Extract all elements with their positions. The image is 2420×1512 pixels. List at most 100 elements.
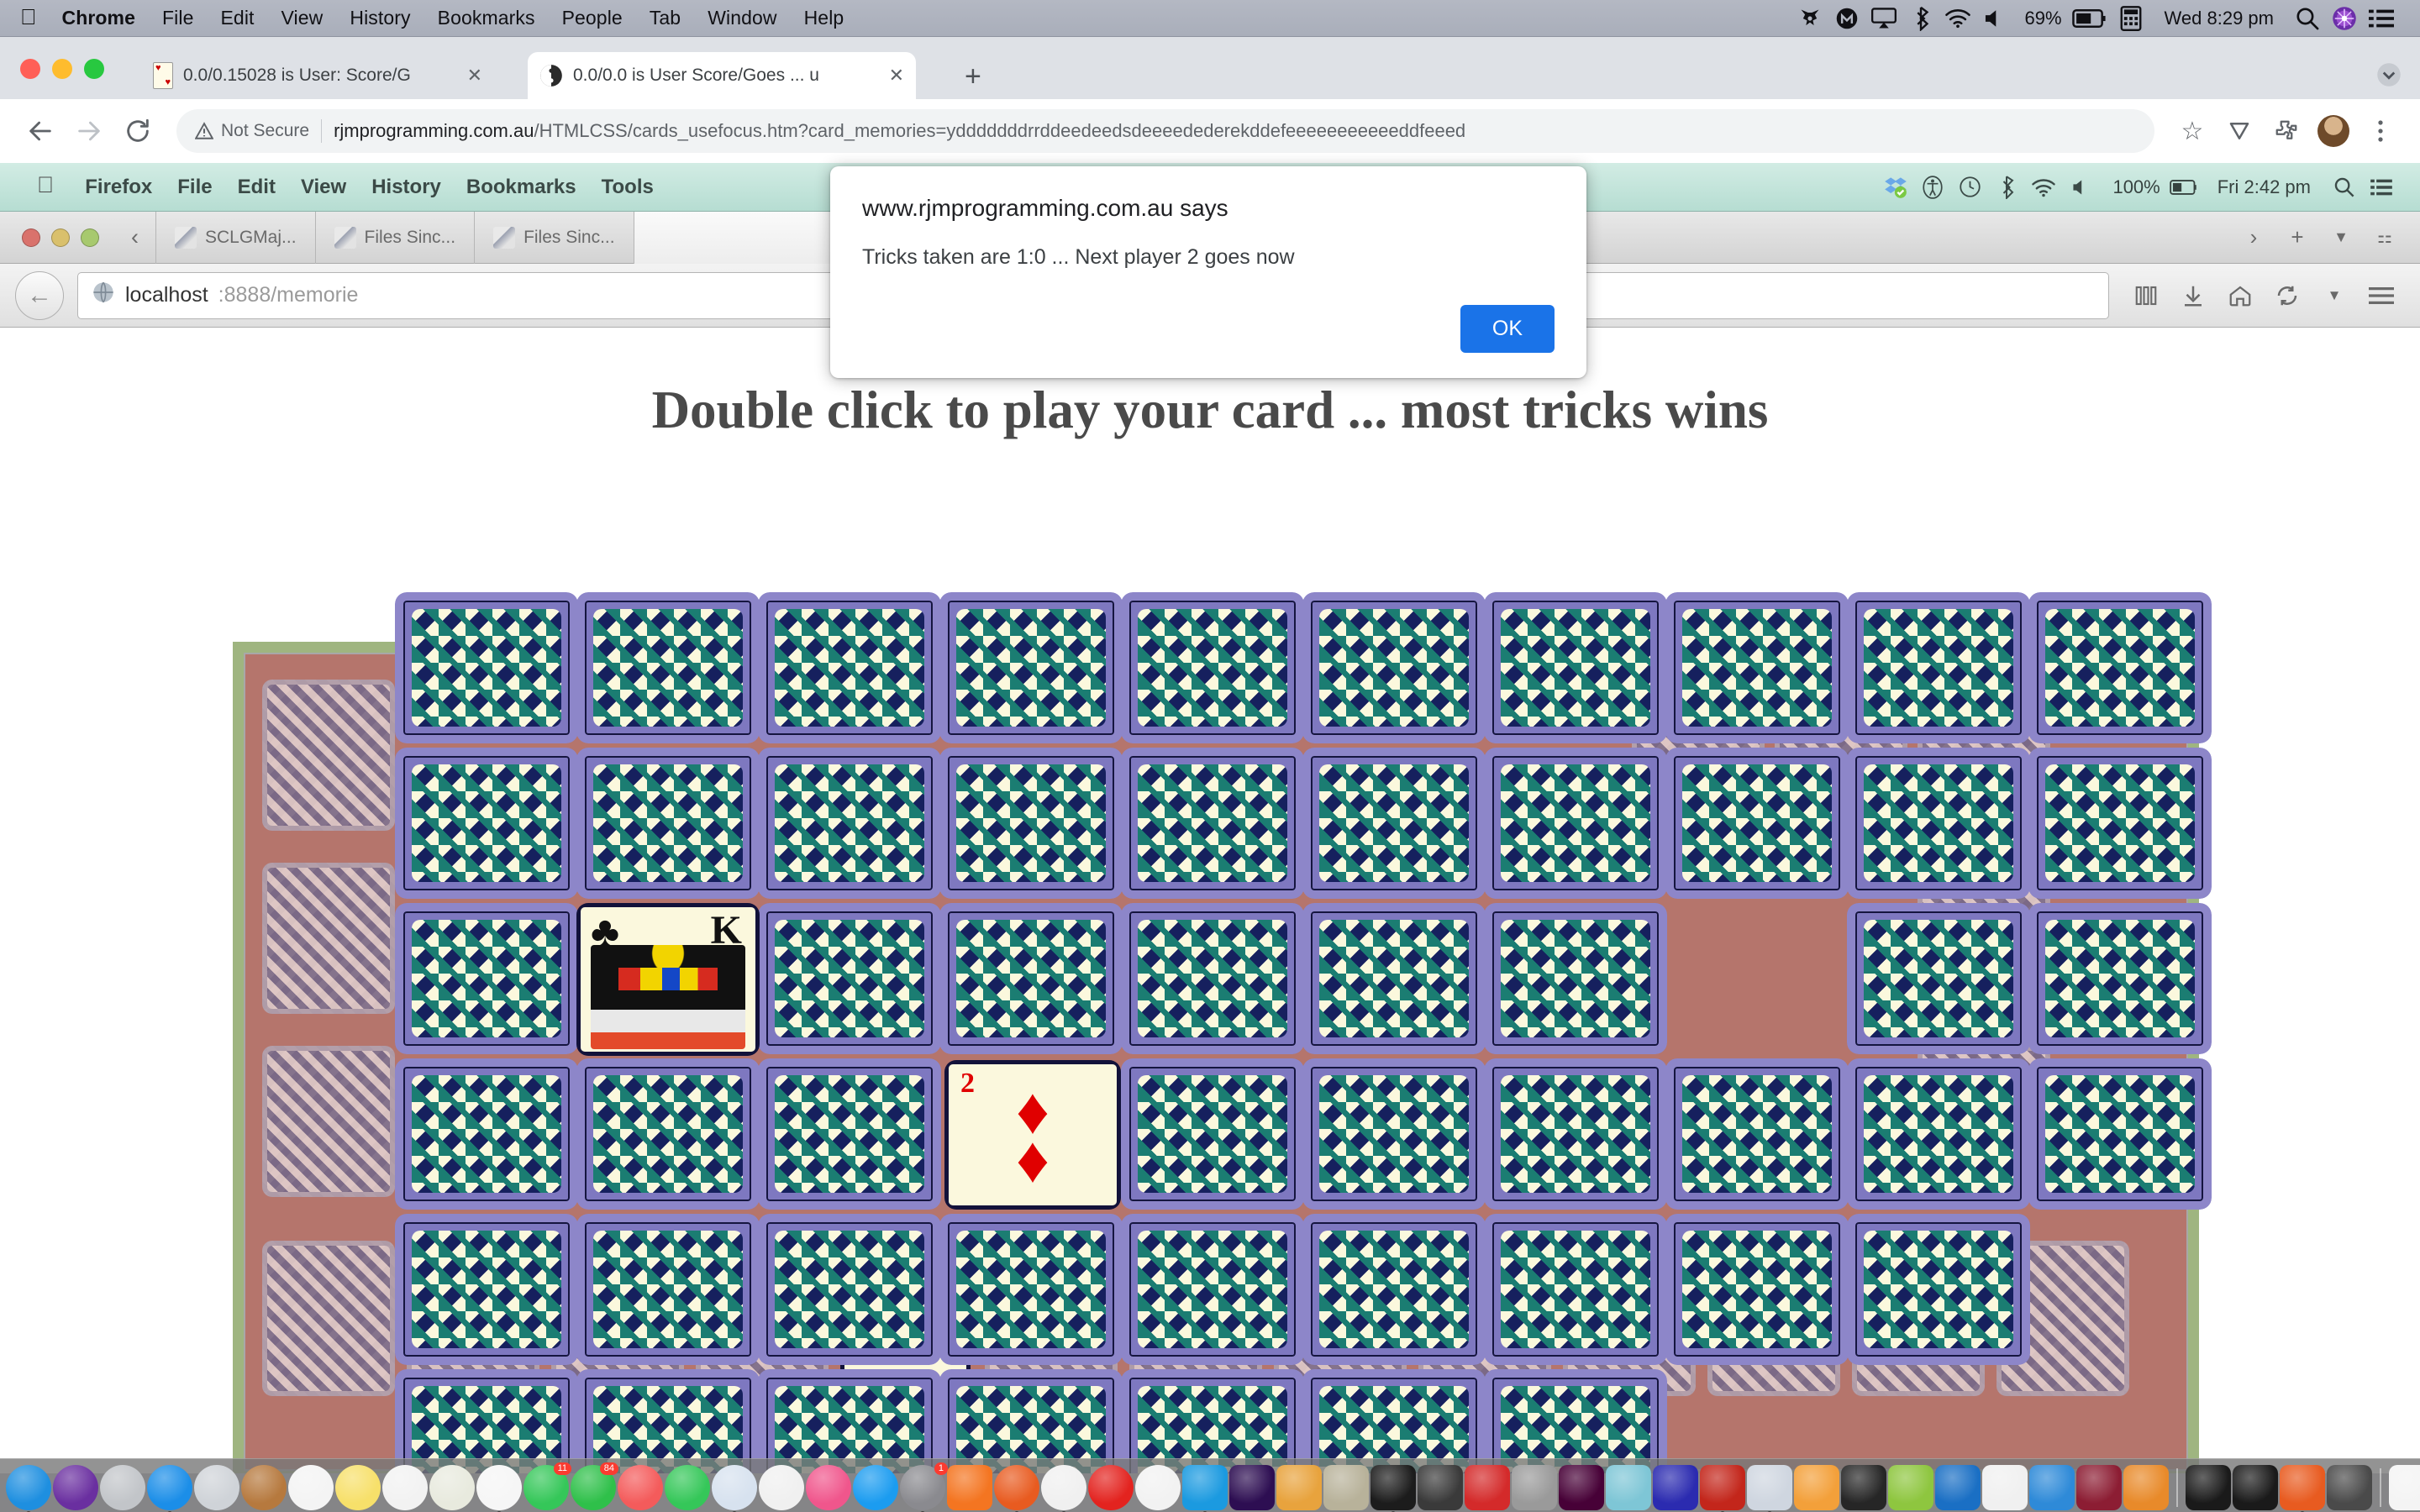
menubar-clock[interactable]: Wed 8:29 pm <box>2149 8 2289 29</box>
dock-item-numbers[interactable] <box>665 1465 710 1510</box>
reload-button[interactable] <box>116 109 160 153</box>
bookmark-star-icon[interactable]: ☆ <box>2171 110 2213 152</box>
card-back[interactable] <box>1665 1214 1849 1365</box>
dock-item-adobe-xd[interactable] <box>1559 1465 1604 1510</box>
card-back[interactable] <box>939 592 1123 743</box>
dock-item-app-store[interactable] <box>853 1465 898 1510</box>
accessibility-icon[interactable] <box>1914 173 1951 202</box>
card-back[interactable] <box>2028 1058 2212 1210</box>
dock-item-messages[interactable]: 11 <box>523 1462 571 1510</box>
firefox-menu-tools[interactable]: Tools <box>589 176 666 199</box>
dock-item-itunes[interactable] <box>806 1465 851 1510</box>
dock-item-photoshop[interactable] <box>1229 1465 1275 1510</box>
dock-item-server[interactable] <box>2327 1465 2372 1510</box>
card-back[interactable] <box>1847 1058 2030 1210</box>
card-back[interactable] <box>1121 748 1304 899</box>
search-icon[interactable] <box>2326 173 2363 202</box>
dock-item-gimp[interactable] <box>1323 1465 1369 1510</box>
menubar-item-view[interactable]: View <box>268 7 337 29</box>
firefox-tab-0[interactable]: SCLGMaj... <box>155 211 315 264</box>
dock-item-exec-2[interactable] <box>2233 1465 2278 1510</box>
dock-item-fontforge[interactable] <box>1841 1465 1886 1510</box>
volume-icon[interactable] <box>2062 173 2099 202</box>
dock-item-contacts[interactable] <box>241 1465 287 1510</box>
dock-item-xquartz[interactable] <box>2123 1465 2169 1510</box>
battery-icon[interactable] <box>2165 173 2202 202</box>
sync-icon[interactable] <box>2264 276 2311 316</box>
card-back[interactable] <box>395 903 578 1054</box>
card-back[interactable] <box>576 748 760 899</box>
apple-logo-icon[interactable]:  <box>25 173 72 201</box>
dock-item-sketch[interactable] <box>1888 1465 1933 1510</box>
wifi-icon[interactable] <box>2025 173 2062 202</box>
card-back[interactable] <box>395 1214 578 1365</box>
dock-item-exec-1[interactable] <box>2186 1465 2231 1510</box>
card-back[interactable] <box>395 748 578 899</box>
firefox-tab-1[interactable]: Files Sinc... <box>314 211 475 264</box>
card-back[interactable] <box>1302 903 1486 1054</box>
firefox-zoom-button[interactable] <box>81 228 99 247</box>
card-back[interactable] <box>1484 1058 1667 1210</box>
siri-icon[interactable] <box>2326 5 2363 32</box>
list-all-tabs-icon[interactable]: › <box>2233 221 2274 255</box>
dock-item-photos[interactable] <box>476 1465 522 1512</box>
wifi-icon[interactable] <box>1939 5 1976 32</box>
firefox-menu-view[interactable]: View <box>288 176 359 199</box>
card-back[interactable] <box>1484 1214 1667 1365</box>
dock-item-thunderbird[interactable] <box>1182 1465 1228 1512</box>
avatar[interactable] <box>2312 110 2354 152</box>
card-back[interactable] <box>395 1058 578 1210</box>
chrome-tab-1[interactable]: 0.0/0.0 is User Score/Goes ... u ✕ <box>528 52 916 99</box>
dock-item-wine[interactable] <box>2076 1465 2122 1510</box>
dock-item-ghostery[interactable] <box>1135 1465 1181 1510</box>
chrome-minimize-button[interactable] <box>52 59 72 79</box>
menubar-item-tab[interactable]: Tab <box>636 7 694 29</box>
address-bar[interactable]: Not Secure rjmprogramming.com.au/HTMLCSS… <box>176 109 2154 153</box>
card-back[interactable] <box>758 748 941 899</box>
king-of-clubs[interactable]: ♣ K <box>576 903 760 1056</box>
firefox-app-menu[interactable]: Firefox <box>72 176 165 199</box>
bluetooth-icon[interactable] <box>1902 5 1939 32</box>
new-tab-icon[interactable]: + <box>2277 221 2317 255</box>
firefox-minimize-button[interactable] <box>51 228 70 247</box>
dock-item-inkscape[interactable] <box>1418 1465 1463 1510</box>
card-back[interactable] <box>1484 592 1667 743</box>
dock-item-avast[interactable] <box>947 1465 992 1510</box>
card-back[interactable] <box>2028 903 2212 1054</box>
dock-item-chrome[interactable] <box>1041 1465 1086 1512</box>
dock-item-reminders[interactable] <box>382 1465 428 1510</box>
card-back[interactable] <box>1665 1058 1849 1210</box>
card-back[interactable] <box>758 1214 941 1365</box>
card-back[interactable] <box>1847 592 2030 743</box>
chrome-zoom-button[interactable] <box>84 59 104 79</box>
firefox-menu-edit[interactable]: Edit <box>225 176 288 199</box>
kebab-menu-icon[interactable] <box>2360 110 2402 152</box>
apple-logo-icon[interactable]:  <box>20 6 49 31</box>
card-back[interactable] <box>1847 903 2030 1054</box>
bluetooth-icon[interactable] <box>1988 173 2025 202</box>
dock-item-audacity[interactable] <box>1794 1465 1839 1510</box>
menubar-item-help[interactable]: Help <box>791 7 858 29</box>
dock-item-cards-app[interactable] <box>1465 1465 1510 1510</box>
dock-item-maps[interactable] <box>429 1465 475 1510</box>
placeholder-card[interactable] <box>262 1046 395 1197</box>
firefox-back-button[interactable]: ← <box>15 270 64 320</box>
dock-item-lightroom[interactable] <box>1606 1465 1651 1510</box>
dock-item-facetime[interactable]: 84 <box>571 1462 618 1510</box>
dock-item-firefox-nightly[interactable] <box>2280 1465 2325 1512</box>
downloads-icon[interactable] <box>2170 276 2217 316</box>
dock-item-filezilla[interactable] <box>1700 1465 1745 1512</box>
firefox-tab-2[interactable]: Files Sinc... <box>474 211 634 264</box>
dock-item-opera[interactable] <box>1088 1465 1134 1510</box>
card-back[interactable] <box>1302 1214 1486 1365</box>
card-back[interactable] <box>395 592 578 743</box>
firefox-close-button[interactable] <box>22 228 40 247</box>
new-tab-button[interactable]: + <box>965 62 981 91</box>
dock-item-image-capture[interactable] <box>1747 1465 1792 1512</box>
forward-button[interactable] <box>67 109 111 153</box>
dock-item-preview[interactable] <box>712 1465 757 1512</box>
card-back[interactable] <box>2028 748 2212 899</box>
dock-item-pages[interactable] <box>1982 1465 2028 1510</box>
security-status[interactable]: Not Secure <box>195 121 309 141</box>
time-machine-icon[interactable] <box>1951 173 1988 202</box>
